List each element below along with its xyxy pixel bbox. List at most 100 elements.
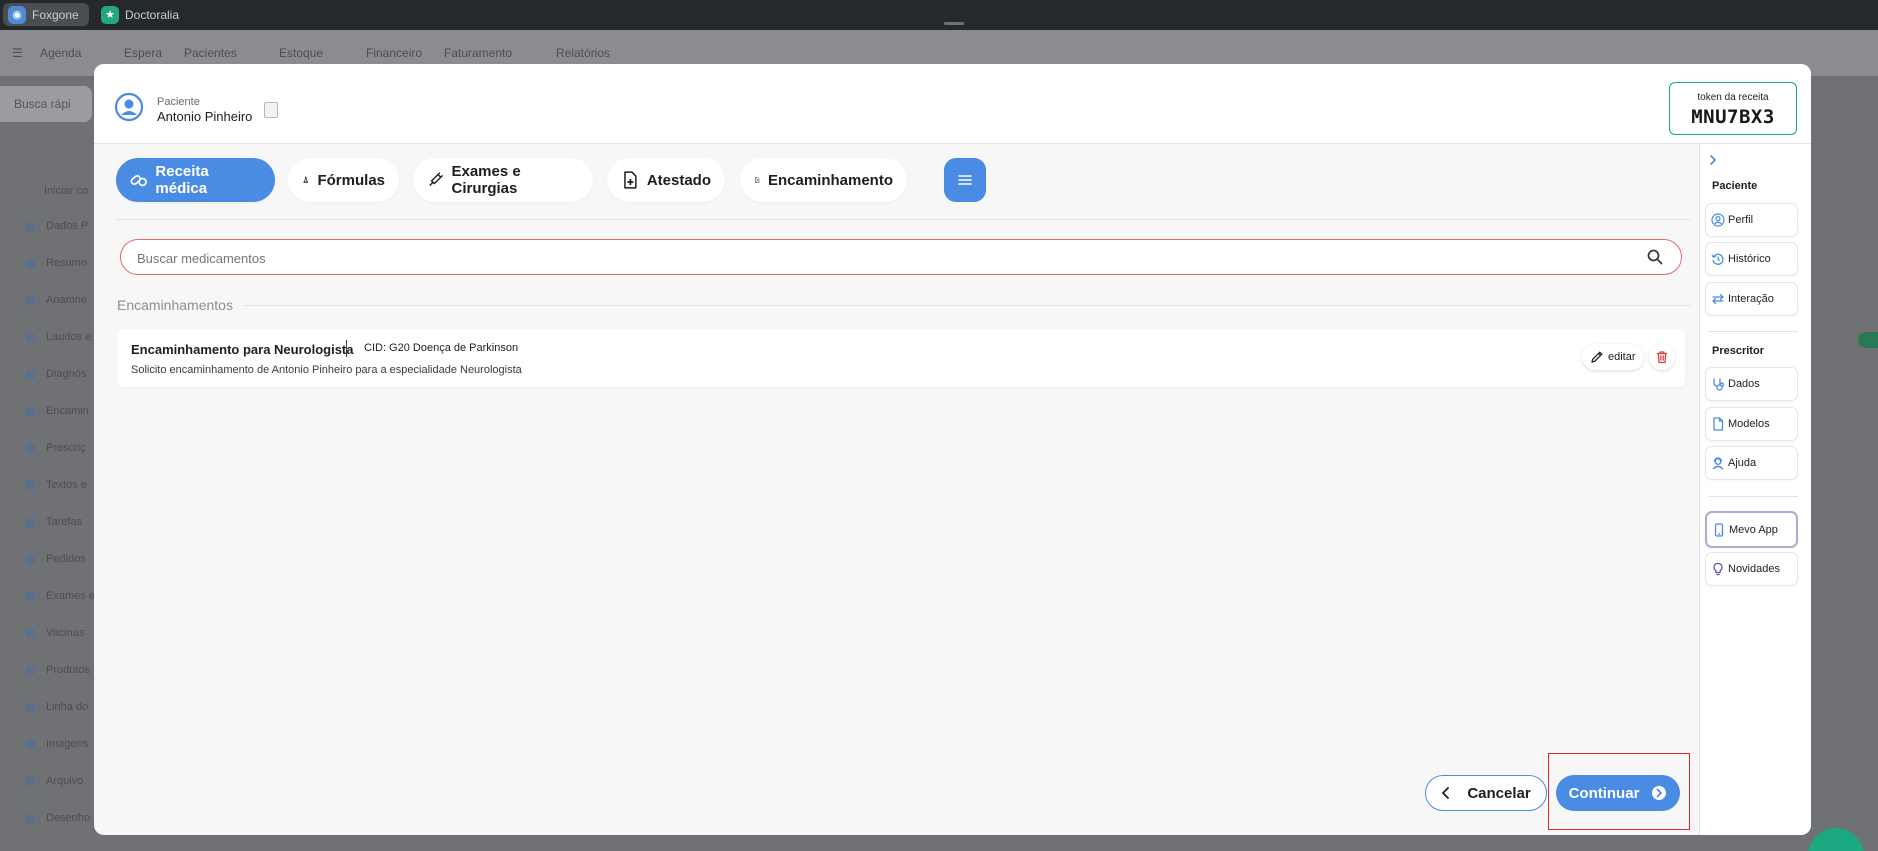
search-icon[interactable] (1647, 249, 1663, 265)
token-value: MNU7BX3 (1691, 106, 1775, 128)
divider (116, 219, 1691, 220)
sidebar-item[interactable]: Imagens (46, 738, 88, 750)
sidebar-item-dados[interactable]: Dados (1705, 367, 1798, 401)
sidebar-icon (26, 407, 35, 416)
sidebar-icon (26, 703, 35, 712)
token-label: token da receita (1697, 92, 1769, 103)
sidebar-item[interactable]: Exames e (46, 590, 95, 602)
sidebar-icon (26, 555, 35, 564)
document-icon (1713, 417, 1724, 431)
browser-tab-foxgone[interactable]: ◉ Foxgone (3, 3, 89, 26)
edit-referral-button[interactable]: editar (1582, 344, 1644, 370)
sidebar-icon (26, 666, 35, 675)
chevron-left-icon (1442, 787, 1450, 799)
medication-search-input[interactable] (137, 248, 1617, 268)
sidebar-item[interactable]: Laudos e (46, 331, 91, 343)
sidebar-item[interactable]: Resumo (46, 257, 87, 269)
sidebar-icon (26, 740, 35, 749)
medication-search (120, 239, 1682, 275)
sidebar-item[interactable]: Iniciar co (44, 185, 88, 197)
nav-item-agenda[interactable]: Agenda (40, 46, 81, 60)
tab-atestado[interactable]: Atestado (607, 158, 725, 202)
sidebar-item-novidades[interactable]: Novidades (1705, 552, 1798, 586)
sidebar-item-label: Perfil (1728, 214, 1754, 226)
tab-label: Receita médica (155, 163, 209, 197)
sidebar-item-label: Interação (1728, 293, 1774, 305)
sidebar-item-modelos[interactable]: Modelos (1705, 407, 1798, 441)
section-title: Encaminhamentos (117, 297, 233, 313)
app-search[interactable]: Busca rápi (0, 86, 92, 122)
sidebar-item[interactable]: Desenho (46, 812, 90, 824)
tab-label: Encaminhamento (767, 171, 893, 189)
app-icon: ◉ (8, 5, 26, 24)
modal-header: Paciente Antonio Pinheiro token da recei… (94, 64, 1811, 144)
sidebar-item[interactable]: Textos e (46, 479, 87, 491)
divider (346, 340, 347, 357)
sidebar-item-interacao[interactable]: Interação (1705, 282, 1798, 316)
browser-tab-label: Foxgone (32, 7, 79, 22)
lightbulb-icon (1713, 562, 1723, 576)
nav-item-financeiro[interactable]: Financeiro (366, 46, 422, 60)
referral-title: Encaminhamento para Neurologista (131, 342, 354, 357)
sidebar-item-label: Novidades (1728, 563, 1780, 575)
tab-exames-cirurgias[interactable]: Exames e Cirurgias (413, 158, 593, 202)
sidebar-icon (26, 814, 35, 823)
history-icon (1711, 253, 1724, 265)
cancel-button[interactable]: Cancelar (1425, 775, 1547, 811)
sidebar-item[interactable]: Vacinas (46, 627, 84, 639)
sidebar-icon (26, 296, 35, 305)
tab-formulas[interactable]: Fórmulas (288, 158, 399, 202)
sidebar-item-perfil[interactable]: Perfil (1705, 203, 1798, 237)
sidebar-item[interactable]: Encamin (46, 405, 89, 417)
sidebar-item-label: Modelos (1728, 418, 1770, 430)
chevron-right-icon[interactable] (1708, 154, 1718, 166)
sidebar-item-ajuda[interactable]: Ajuda (1705, 446, 1798, 480)
nav-item-relatorios[interactable]: Relatórios (556, 46, 610, 60)
nav-item-estoque[interactable]: Estoque (279, 46, 323, 60)
sidebar-item[interactable]: Dados P (46, 220, 88, 232)
sidebar-icon (26, 629, 35, 638)
delete-referral-button[interactable] (1649, 344, 1675, 370)
sidebar-item[interactable]: Tarefas (46, 516, 82, 528)
sidebar-item[interactable]: Linha do (46, 701, 88, 713)
referral-description: Solicito encaminhamento de Antonio Pinhe… (131, 364, 522, 376)
sidebar-icon (26, 444, 35, 453)
hamburger-icon[interactable]: ☰ (12, 46, 23, 60)
interaction-icon (1712, 293, 1724, 305)
pills-icon (130, 174, 147, 187)
syringe-icon (429, 172, 444, 186)
divider (244, 305, 1691, 306)
highlight-box (1548, 753, 1690, 830)
sidebar-icon (26, 333, 35, 342)
floating-action-button[interactable] (1808, 828, 1864, 851)
background-toggle[interactable] (1858, 332, 1878, 348)
referral-document-icon (755, 177, 760, 183)
browser-tab-doctoralia[interactable]: ★ Doctoralia (96, 3, 189, 26)
browser-tab-bar: ◉ Foxgone ★ Doctoralia (0, 0, 1878, 30)
sidebar-item-mevo-app[interactable]: Mevo App (1705, 511, 1798, 548)
sidebar-item[interactable]: Diagnós (46, 368, 86, 380)
more-options-button[interactable] (944, 158, 986, 202)
sidebar-item-label: Dados (1728, 378, 1760, 390)
nav-item-pacientes[interactable]: Pacientes (184, 46, 237, 60)
prescription-modal: Paciente Antonio Pinheiro token da recei… (94, 64, 1811, 835)
sidebar-item-label: Ajuda (1728, 457, 1757, 469)
stethoscope-icon (1713, 378, 1725, 391)
broken-image (264, 102, 278, 118)
sidebar-item-historico[interactable]: Histórico (1705, 242, 1798, 276)
divider (1708, 496, 1798, 497)
nav-item-faturamento[interactable]: Faturamento (444, 46, 512, 60)
sidebar-item[interactable]: Pedidos (46, 553, 86, 565)
sidebar-item[interactable]: Produtos (46, 664, 90, 676)
tab-receita-medica[interactable]: Receita médica (116, 158, 275, 202)
sidebar-item-label: Mevo App (1729, 523, 1778, 536)
sidebar-icon (26, 370, 35, 379)
nav-item-espera[interactable]: Espera (124, 46, 162, 60)
drag-handle[interactable] (944, 22, 964, 25)
tab-encaminhamento[interactable]: Encaminhamento (740, 158, 907, 202)
sidebar-item[interactable]: Arquivo (46, 775, 83, 787)
sidebar-item[interactable]: Anamne (46, 294, 87, 306)
menu-icon (958, 175, 972, 185)
sidebar-item[interactable]: Prescriç (46, 442, 86, 454)
sidebar-icon (26, 222, 35, 231)
